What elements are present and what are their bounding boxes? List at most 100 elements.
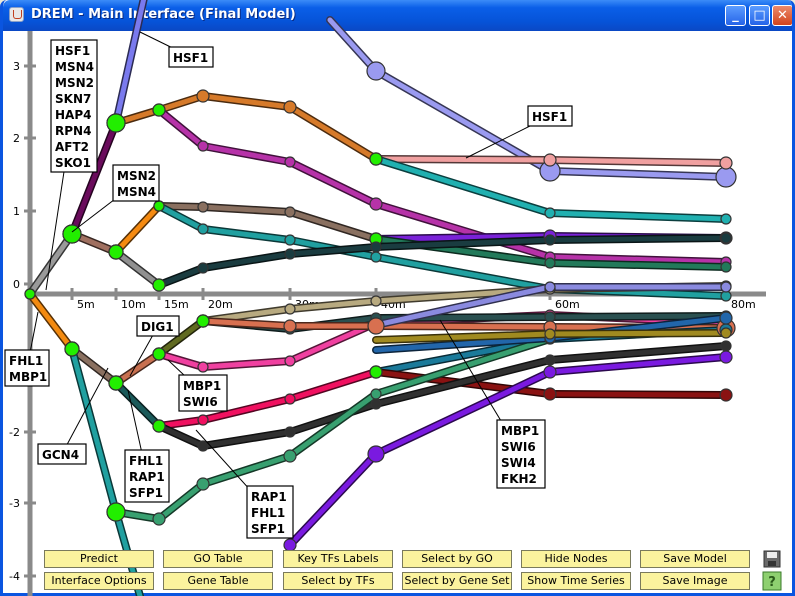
tf-name: SKO1 [55,156,91,170]
path-node [366,61,386,81]
path-node [284,426,296,438]
tf-name: RPN4 [55,124,91,138]
path-edge [200,453,293,487]
path-edge [287,451,379,548]
path-node [544,328,556,340]
tf-name: MBP1 [183,379,221,393]
gene-table-button[interactable]: Gene Table [163,572,273,590]
path-edge [113,380,162,429]
path-node [543,387,557,401]
path-node [719,156,733,170]
path-edge [200,251,293,271]
select-by-gene-set-button[interactable]: Select by Gene Set [402,572,512,590]
tf-name: MSN4 [117,185,156,199]
path-node [152,512,166,526]
tf-name: SWI6 [183,395,218,409]
y-tick-label: 2 [13,132,20,145]
y-tick-label: -3 [9,497,20,510]
path-node [197,140,209,152]
save-image-button[interactable]: Save Image [640,572,750,590]
path-node [283,319,297,333]
tf-name: FHL1 [129,454,163,468]
x-tick-label: 60m [555,298,580,311]
path-node [370,388,382,400]
tf-name: MSN2 [55,76,94,90]
tf-name: GCN4 [42,448,79,462]
path-node [367,445,385,463]
split-node [369,152,383,166]
path-edge [287,369,379,402]
predict-button[interactable]: Predict [44,550,154,568]
tf-name: HSF1 [173,51,208,65]
split-node [108,375,124,391]
show-time-series-button[interactable]: Show Time Series [521,572,631,590]
tf-name: SWI6 [501,440,536,454]
x-tick-label: 15m [164,298,189,311]
tf-name: HSF1 [55,44,90,58]
path-node [720,281,732,293]
drem-model-graph[interactable]: 3210-1-2-3-45m10m15m20m30m40m60m80mHSF1H… [0,0,795,596]
path-node [719,388,733,402]
path-edge [113,203,162,255]
path-node [720,213,732,225]
path-node [544,354,556,366]
tf-name: FKH2 [501,472,537,486]
save-model-button[interactable]: Save Model [640,550,750,568]
split-node [24,288,36,300]
path-node [284,206,296,218]
path-node [284,156,296,168]
path-node [197,440,209,452]
path-node [197,201,209,213]
tf-name: FHL1 [251,506,285,520]
split-node [64,341,80,357]
path-node [544,281,556,293]
path-node [544,207,556,219]
path-edge [287,159,379,207]
path-node [197,414,209,426]
select-by-tfs-button[interactable]: Select by TFs [283,572,393,590]
y-tick-label: -4 [9,570,20,583]
tf-name: MBP1 [501,424,539,438]
path-edge [200,358,293,370]
key-tfs-labels-button[interactable]: Key TFs Labels [283,550,393,568]
interface-options-button[interactable]: Interface Options [44,572,154,590]
path-edge [373,156,553,163]
tf-name: SFP1 [129,486,163,500]
x-tick-label: 20m [208,298,233,311]
tf-name: HSF1 [532,110,567,124]
y-tick-label: 1 [13,205,20,218]
path-edge [156,351,206,370]
path-node [284,248,296,260]
y-tick-label: 3 [13,60,20,73]
path-edge [547,330,729,337]
path-edge [327,17,379,74]
path-edge [27,231,75,297]
path-edge [200,143,293,165]
path-node [370,241,382,253]
split-node [152,419,166,433]
select-by-go-button[interactable]: Select by GO [402,550,512,568]
path-edge [547,157,729,166]
path-node [283,100,297,114]
path-node [284,393,296,405]
split-node [152,103,166,117]
path-node [197,262,209,274]
y-tick-label: -2 [9,426,20,439]
tf-name: SWI4 [501,456,536,470]
tf-label-connector [61,367,109,455]
path-edge [547,210,729,222]
path-node [197,223,209,235]
path-node [367,317,385,335]
save-icon[interactable] [762,549,782,569]
tf-name: MSN4 [55,60,94,74]
tf-name: FHL1 [9,354,43,368]
path-node [197,361,209,373]
y-tick-label: 0 [13,278,20,291]
path-edge [373,323,553,330]
go-table-button[interactable]: GO Table [163,550,273,568]
help-icon[interactable]: ? [762,571,782,591]
split-node [152,347,166,361]
path-edge [156,107,206,149]
tf-name: SKN7 [55,92,91,106]
hide-nodes-button[interactable]: Hide Nodes [521,550,631,568]
